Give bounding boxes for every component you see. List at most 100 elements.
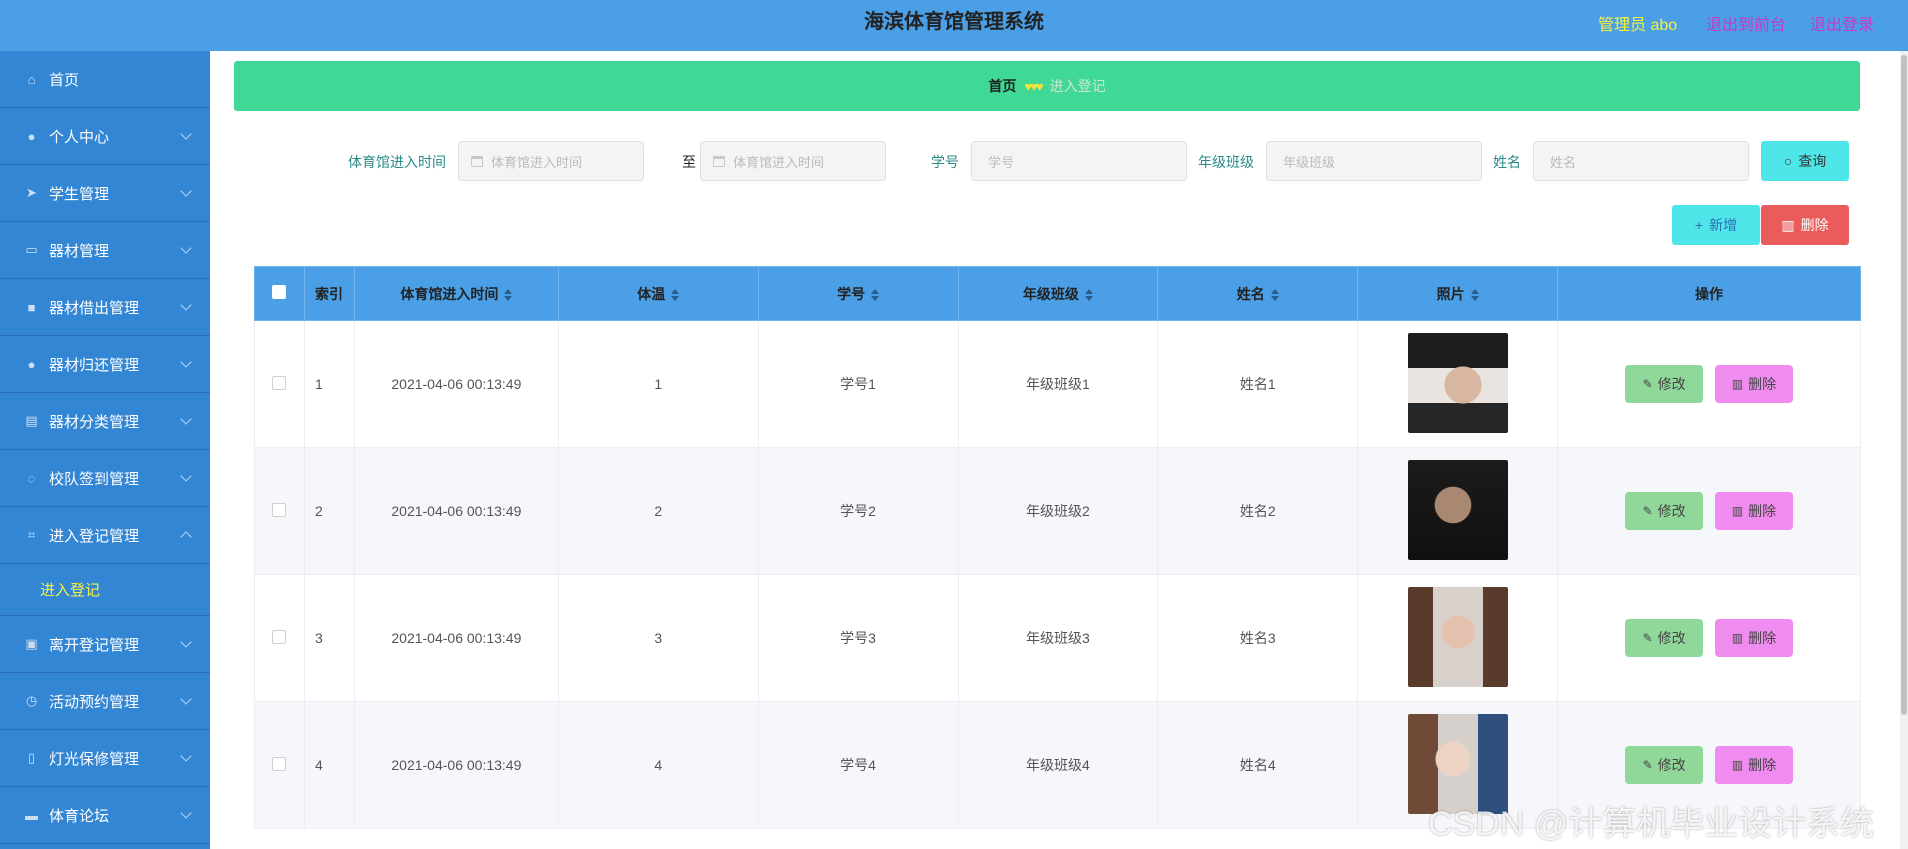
- delete-button[interactable]: ▥ 删除: [1714, 492, 1793, 530]
- sort-icon[interactable]: [871, 288, 880, 301]
- delete-button[interactable]: ▥ 删除: [1714, 746, 1793, 784]
- sidebar-item-forum[interactable]: ▬ 体育论坛: [0, 787, 210, 844]
- message-icon: ■: [27, 299, 36, 315]
- column-header-temp[interactable]: 体温: [557, 266, 759, 321]
- row-index: 3: [303, 574, 355, 702]
- sidebar-item-lighting[interactable]: ▯ 灯光保修管理: [0, 730, 210, 787]
- delete-button[interactable]: ▥ 删除: [1714, 365, 1793, 403]
- row-checkbox[interactable]: [272, 756, 287, 771]
- edit-button[interactable]: ✎ 修改: [1625, 365, 1704, 403]
- trash-icon: ▥: [1731, 377, 1744, 391]
- sidebar-item-checkin[interactable]: ◌ 校队签到管理: [0, 450, 210, 507]
- delete-button-label: 删除: [1748, 630, 1777, 646]
- edit-button-label: 修改: [1657, 630, 1686, 646]
- chat-icon: ▭: [25, 242, 38, 257]
- sidebar-item-label: 学生管理: [49, 185, 110, 203]
- sidebar-item-students[interactable]: ➤ 学生管理: [0, 165, 210, 222]
- row-checkbox[interactable]: [272, 629, 287, 644]
- edit-button-label: 修改: [1657, 503, 1686, 519]
- sort-icon[interactable]: [671, 288, 680, 301]
- home-icon: ⌂: [27, 71, 36, 87]
- sort-icon[interactable]: [1084, 288, 1093, 301]
- edit-button[interactable]: ✎ 修改: [1625, 492, 1704, 530]
- page-scrollbar[interactable]: [1900, 51, 1908, 849]
- chevron-down-icon: [180, 636, 192, 648]
- row-class: 年级班级4: [957, 701, 1159, 829]
- suitcase-icon: ▣: [25, 636, 38, 651]
- sidebar-item-label: 器材管理: [49, 242, 110, 260]
- sidebar-item-entry[interactable]: ⌗ 进入登记管理: [0, 507, 210, 564]
- sidebar-item-equipment[interactable]: ▭ 器材管理: [0, 222, 210, 279]
- table-row: 2 2021-04-06 00:13:49 2 学号2 年级班级2 姓名2 ✎ 修…: [254, 447, 1861, 575]
- sidebar-item-activity[interactable]: ◷ 活动预约管理: [0, 673, 210, 730]
- delete-button-label: 删除: [1748, 757, 1777, 773]
- crop-icon: ⌗: [27, 527, 36, 542]
- sidebar-item-label: 活动预约管理: [49, 693, 140, 711]
- scrollbar-thumb[interactable]: [1901, 55, 1907, 715]
- monitor-icon: ▬: [25, 807, 38, 823]
- column-header-sid[interactable]: 学号: [757, 266, 959, 321]
- row-temp: 1: [557, 320, 759, 448]
- edit-button[interactable]: ✎ 修改: [1625, 619, 1704, 657]
- entry-time-to-input[interactable]: 体育馆进入时间: [700, 141, 886, 181]
- entry-time-from-input[interactable]: 体育馆进入时间: [458, 141, 644, 181]
- class-input[interactable]: 年级班级: [1266, 141, 1482, 181]
- chevron-down-icon: [180, 128, 192, 140]
- sidebar-item-label: 离开登记管理: [49, 636, 140, 654]
- row-time: 2021-04-06 00:13:49: [353, 701, 559, 829]
- name-input[interactable]: 姓名: [1533, 141, 1749, 181]
- row-temp: 2: [557, 447, 759, 575]
- column-header-name[interactable]: 姓名: [1157, 266, 1359, 321]
- select-all-cell: [254, 266, 305, 321]
- user-icon: ●: [27, 356, 36, 372]
- trash-icon: ▥: [1731, 504, 1744, 518]
- batch-delete-button[interactable]: ▥ 删除: [1761, 205, 1849, 245]
- edit-button[interactable]: ✎ 修改: [1625, 746, 1704, 784]
- sidebar-item-home[interactable]: ⌂ 首页: [0, 51, 210, 108]
- breadcrumb-home[interactable]: 首页: [988, 76, 1016, 96]
- chevron-down-icon: [180, 356, 192, 368]
- sort-icon[interactable]: [504, 288, 513, 301]
- column-header-time[interactable]: 体育馆进入时间: [353, 266, 559, 321]
- sidebar-subitem-entry[interactable]: 进入登记: [0, 564, 210, 616]
- column-header-label: 姓名: [1236, 285, 1265, 302]
- trash-icon: ▥: [1731, 758, 1744, 772]
- sidebar-item-category[interactable]: ▤ 器材分类管理: [0, 393, 210, 450]
- sort-icon[interactable]: [1270, 288, 1279, 301]
- table-row: 1 2021-04-06 00:13:49 1 学号1 年级班级1 姓名1 ✎ 修…: [254, 320, 1861, 448]
- row-checkbox[interactable]: [272, 502, 287, 517]
- column-header-index: 索引: [303, 266, 355, 321]
- row-ops: ✎ 修改 ▥ 删除: [1557, 320, 1861, 448]
- edit-button-label: 修改: [1657, 376, 1686, 392]
- sidebar-item-leave[interactable]: ▣ 离开登记管理: [0, 616, 210, 673]
- logout-link[interactable]: 退出登录: [1810, 11, 1874, 35]
- sidebar-item-return[interactable]: ● 器材归还管理: [0, 336, 210, 393]
- sidebar-item-label: 器材分类管理: [49, 413, 140, 431]
- row-name: 姓名4: [1157, 701, 1359, 829]
- column-header-label: 学号: [837, 285, 866, 302]
- row-class: 年级班级1: [957, 320, 1159, 448]
- add-button[interactable]: + 新增: [1672, 205, 1760, 245]
- table-header-row: 索引 体育馆进入时间 体温 学号 年级班级 姓名 照片 操作: [254, 266, 1861, 321]
- row-class: 年级班级3: [957, 574, 1159, 702]
- edit-icon: ✎: [1642, 377, 1653, 391]
- row-checkbox[interactable]: [272, 375, 287, 390]
- select-all-checkbox[interactable]: [272, 285, 287, 299]
- column-header-label: 照片: [1436, 285, 1465, 302]
- row-name: 姓名2: [1157, 447, 1359, 575]
- chevron-down-icon: [180, 299, 192, 311]
- column-header-class[interactable]: 年级班级: [957, 266, 1159, 321]
- sort-icon[interactable]: [1470, 288, 1479, 301]
- chevron-down-icon: [180, 470, 192, 482]
- sidebar-item-profile[interactable]: ● 个人中心: [0, 108, 210, 165]
- query-button[interactable]: ○ 查询: [1761, 141, 1849, 181]
- back-to-front-link[interactable]: 退出到前台: [1706, 11, 1786, 35]
- sidebar-item-lending[interactable]: ■ 器材借出管理: [0, 279, 210, 336]
- delete-button[interactable]: ▥ 删除: [1714, 619, 1793, 657]
- row-select-cell: [254, 447, 305, 575]
- range-separator: 至: [682, 154, 696, 170]
- column-header-photo[interactable]: 照片: [1357, 266, 1559, 321]
- student-id-input[interactable]: 学号: [971, 141, 1187, 181]
- delete-button-label: 删除: [1748, 503, 1777, 519]
- row-photo-cell: [1357, 574, 1559, 702]
